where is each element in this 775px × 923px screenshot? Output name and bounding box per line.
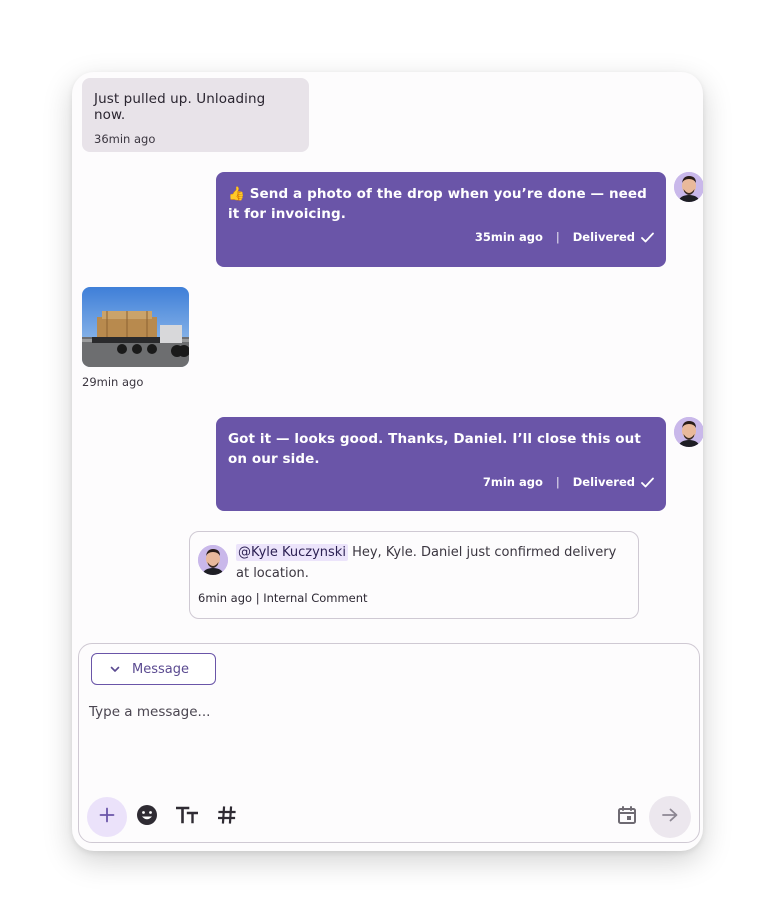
channel-label: Message xyxy=(132,661,189,677)
send-button[interactable] xyxy=(649,796,691,838)
delivery-photo[interactable] xyxy=(82,287,189,367)
outgoing-message: Got it — looks good. Thanks, Daniel. I’l… xyxy=(216,417,666,511)
incoming-message: Just pulled up. Unloading now. 36min ago xyxy=(82,78,309,152)
message-meta: 35min ago | Delivered xyxy=(228,230,654,244)
avatar[interactable] xyxy=(198,545,228,575)
calendar-icon xyxy=(617,805,637,829)
delivery-status: Delivered xyxy=(572,475,635,489)
composer: Message xyxy=(78,643,700,843)
plus-icon xyxy=(99,807,115,827)
add-button[interactable] xyxy=(87,797,127,837)
message-time: 35min ago xyxy=(474,230,543,244)
check-icon xyxy=(641,232,654,243)
internal-comment: @Kyle Kuczynski Hey, Kyle. Daniel just c… xyxy=(189,531,639,619)
emoji-button[interactable] xyxy=(127,797,167,837)
avatar[interactable] xyxy=(674,172,703,202)
message-meta: 7min ago | Delivered xyxy=(228,475,654,489)
message-text: 👍 Send a photo of the drop when you’re d… xyxy=(228,186,647,222)
hashtag-icon xyxy=(217,806,236,828)
schedule-button[interactable] xyxy=(607,797,647,837)
outgoing-message: 👍 Send a photo of the drop when you’re d… xyxy=(216,172,666,267)
mention[interactable]: @Kyle Kuczynski xyxy=(236,544,348,561)
hashtag-button[interactable] xyxy=(207,797,247,837)
check-icon xyxy=(641,477,654,488)
avatar[interactable] xyxy=(674,417,703,447)
comment-meta: 6min ago | Internal Comment xyxy=(198,591,368,605)
message-time: 7min ago xyxy=(482,475,543,489)
text-format-icon xyxy=(175,806,199,828)
message-text: Just pulled up. Unloading now. xyxy=(94,91,266,123)
delivery-status: Delivered xyxy=(572,230,635,244)
emoji-icon xyxy=(136,804,158,830)
chat-window: Just pulled up. Unloading now. 36min ago… xyxy=(72,72,703,851)
channel-select-button[interactable]: Message xyxy=(91,653,216,685)
separator: | xyxy=(555,230,560,244)
chevron-down-icon xyxy=(110,666,120,673)
separator: | xyxy=(555,475,560,489)
comment-body: @Kyle Kuczynski Hey, Kyle. Daniel just c… xyxy=(236,542,626,584)
message-input[interactable] xyxy=(87,702,687,792)
text-format-button[interactable] xyxy=(167,797,207,837)
arrow-right-icon xyxy=(661,807,679,827)
message-text: Got it — looks good. Thanks, Daniel. I’l… xyxy=(228,431,641,467)
message-time: 36min ago xyxy=(94,132,156,146)
photo-time: 29min ago xyxy=(82,375,144,389)
